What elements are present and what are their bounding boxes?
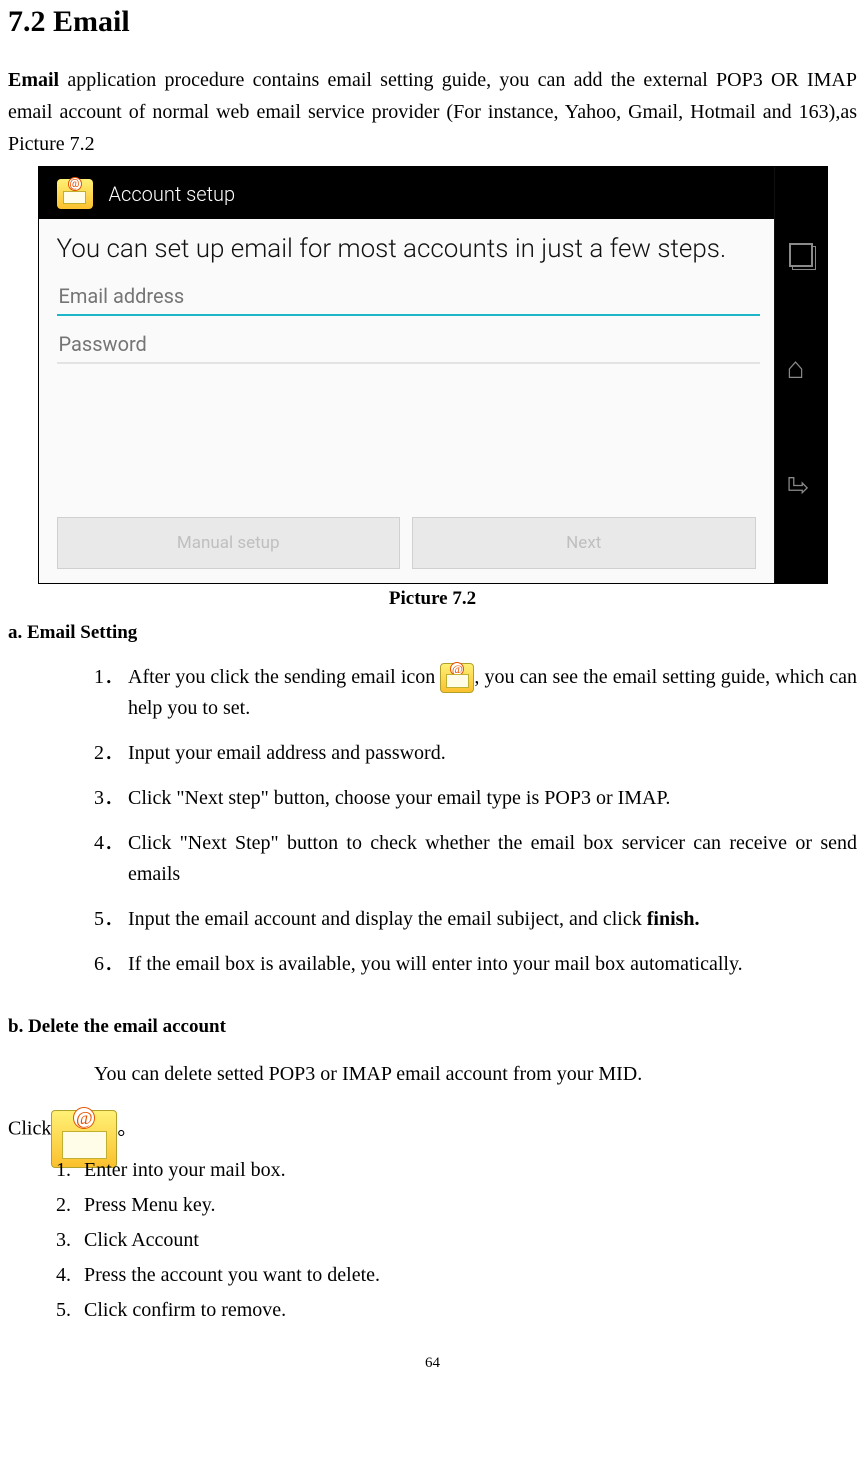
back-icon[interactable] — [787, 479, 815, 507]
recent-apps-icon[interactable] — [789, 243, 813, 267]
figure-7-2: Account setup You can set up email for m… — [38, 166, 828, 584]
list-item: Press Menu key. — [84, 1191, 857, 1220]
click-tail: 。 — [117, 1118, 137, 1140]
list-item: Click confirm to remove. — [84, 1296, 857, 1325]
list-item: Press the account you want to delete. — [84, 1261, 857, 1290]
click-label: Click — [8, 1118, 51, 1140]
titlebar-text: Account setup — [109, 182, 236, 206]
intro-paragraph: Email application procedure contains ema… — [8, 64, 857, 160]
steps-list-b: Enter into your mail box. Press Menu key… — [8, 1156, 857, 1325]
next-button[interactable]: Next — [412, 517, 756, 569]
section-b-heading: b. Delete the email account — [8, 1016, 857, 1038]
figure-caption: Picture 7.2 — [8, 588, 857, 610]
step-a1-pre: After you click the sending email icon — [128, 666, 440, 688]
section-a-heading: a. Email Setting — [8, 622, 857, 644]
list-item: Input your email address and password. — [128, 738, 857, 769]
email-icon — [440, 663, 474, 693]
list-item: If the email box is available, you will … — [128, 949, 857, 980]
account-setup-main: Account setup You can set up email for m… — [39, 167, 774, 583]
android-nav-bar — [774, 167, 827, 583]
section-heading: 7.2 Email — [8, 5, 857, 39]
account-setup-body: You can set up email for most accounts i… — [39, 219, 774, 583]
email-icon — [57, 179, 93, 209]
manual-setup-button[interactable]: Manual setup — [57, 517, 401, 569]
titlebar: Account setup — [39, 167, 774, 219]
password-input[interactable] — [57, 326, 760, 364]
home-icon[interactable] — [787, 359, 815, 387]
page-number: 64 — [8, 1355, 857, 1382]
intro-bold-lead: Email — [8, 69, 59, 91]
section-b-para: You can delete setted POP3 or IMAP email… — [8, 1058, 857, 1090]
steps-list-a: After you click the sending email icon ,… — [8, 662, 857, 980]
list-item: Click "Next Step" button to check whethe… — [128, 828, 857, 890]
list-item: Click "Next step" button, choose your em… — [128, 783, 857, 814]
list-item: Input the email account and display the … — [128, 904, 857, 935]
email-address-input[interactable] — [57, 278, 760, 316]
account-setup-headline: You can set up email for most accounts i… — [57, 233, 756, 266]
button-row: Manual setup Next — [57, 517, 756, 569]
account-setup-window: Account setup You can set up email for m… — [39, 167, 827, 583]
intro-rest: application procedure contains email set… — [8, 69, 857, 155]
list-item: Enter into your mail box. — [84, 1156, 857, 1185]
step-a5-pre: Input the email account and display the … — [128, 908, 647, 930]
list-item: After you click the sending email icon ,… — [128, 662, 857, 724]
step-a5-bold: finish. — [647, 908, 700, 930]
click-icon-line: Click 。 — [8, 1110, 857, 1150]
list-item: Click Account — [84, 1226, 857, 1255]
